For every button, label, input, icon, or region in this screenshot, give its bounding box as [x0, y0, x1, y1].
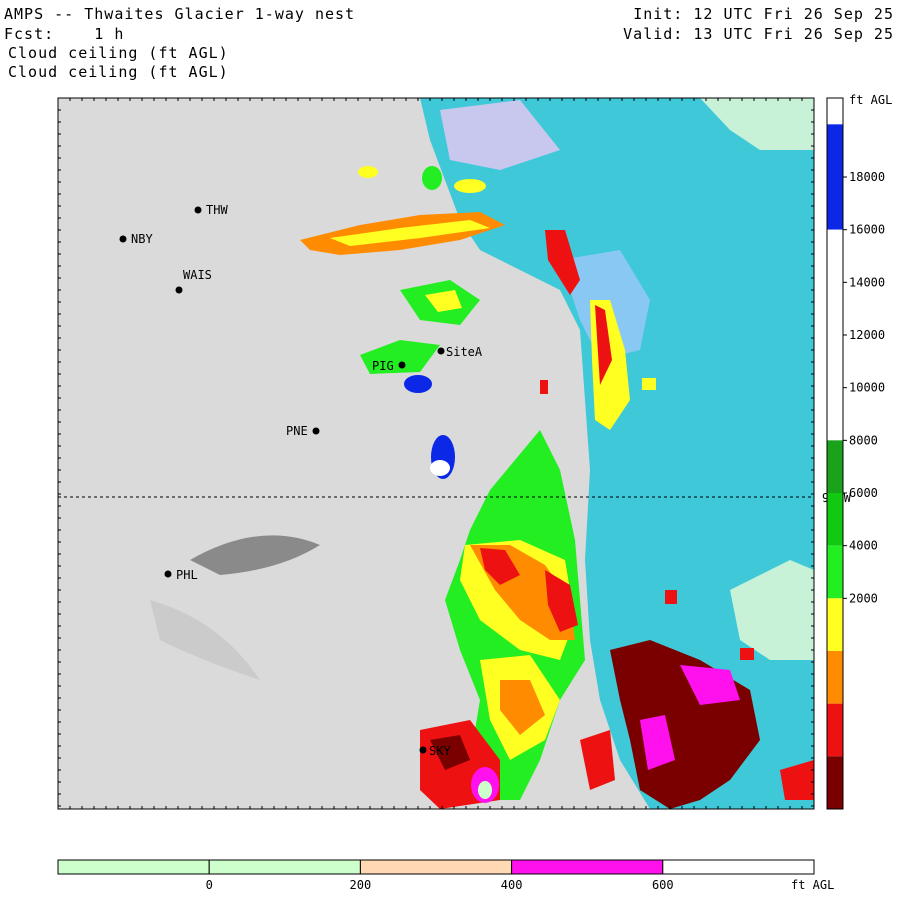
station-marker: [419, 746, 427, 754]
cloud-patch: [422, 166, 442, 190]
right-colorbar-label: 10000: [849, 381, 885, 395]
station-label: NBY: [131, 232, 153, 246]
station-label: SKY: [429, 744, 451, 758]
right-colorbar-swatch: [827, 229, 843, 283]
cloud-patch: [740, 648, 754, 660]
right-colorbar-label: 2000: [849, 591, 878, 605]
station-marker: [119, 235, 127, 243]
station-label: PIG: [372, 359, 394, 373]
right-colorbar: ft AGL 18000 16000 14000 12000 10000 8000 6000…: [826, 93, 892, 810]
bottom-colorbar-label: 600: [652, 878, 674, 892]
station-label: WAIS: [183, 268, 212, 282]
right-colorbar-swatch: [827, 124, 843, 177]
station-marker: [312, 427, 320, 435]
right-colorbar-label: 18000: [849, 170, 885, 184]
station-label: PNE: [286, 424, 308, 438]
right-colorbar-label: 12000: [849, 328, 885, 342]
map-canvas: 90 W THW NBY WAIS SiteA PIG PNE PHL SKY …: [57, 93, 892, 892]
right-colorbar-unit: ft AGL: [849, 93, 892, 107]
right-colorbar-swatch: [827, 387, 843, 441]
right-colorbar-label: 4000: [849, 539, 878, 553]
right-colorbar-label: 6000: [849, 486, 878, 500]
station-label: PHL: [176, 568, 198, 582]
station-marker: [398, 361, 406, 369]
cloud-patch: [642, 378, 656, 390]
cloud-patch: [454, 179, 486, 193]
right-colorbar-swatch: [827, 335, 843, 388]
right-colorbar-label: 14000: [849, 275, 885, 289]
cloud-patch: [358, 166, 378, 178]
bottom-colorbar-swatch: [662, 859, 815, 875]
station-marker: [437, 347, 445, 355]
station-marker: [175, 286, 183, 294]
bottom-colorbar-label: 200: [350, 878, 372, 892]
bottom-colorbar-label: 400: [501, 878, 523, 892]
bottom-colorbar-swatch: [511, 859, 664, 875]
cloud-patch: [665, 590, 677, 604]
right-colorbar-swatch: [827, 98, 843, 125]
bottom-colorbar-label: 0: [206, 878, 213, 892]
cloud-gap: [430, 460, 450, 476]
map-field: [58, 98, 814, 809]
station-marker: [164, 570, 172, 578]
right-colorbar-swatch: [827, 440, 843, 493]
station-label: THW: [206, 203, 228, 217]
right-colorbar-swatch: [827, 493, 843, 546]
right-colorbar-swatch: [827, 651, 843, 704]
right-colorbar-swatch: [827, 756, 843, 809]
station-label: SiteA: [446, 345, 483, 359]
bottom-colorbar-swatch: [208, 859, 361, 875]
right-colorbar-swatch: [827, 545, 843, 599]
fog-patch: [478, 781, 492, 799]
bottom-colorbar-swatch: [359, 859, 513, 875]
right-colorbar-label: 8000: [849, 433, 878, 447]
right-colorbar-swatch: [827, 282, 843, 335]
right-colorbar-label: 16000: [849, 223, 885, 237]
right-colorbar-swatch: [827, 703, 843, 757]
right-colorbar-swatch: [827, 598, 843, 651]
bottom-colorbar-unit: ft AGL: [791, 878, 834, 892]
cloud-patch: [540, 380, 548, 394]
station-marker: [194, 206, 202, 214]
cloud-high: [404, 375, 432, 393]
right-colorbar-swatch: [827, 177, 843, 230]
bottom-colorbar: ft AGL 0 200 400 600: [57, 859, 834, 892]
bottom-colorbar-swatch: [57, 859, 210, 875]
